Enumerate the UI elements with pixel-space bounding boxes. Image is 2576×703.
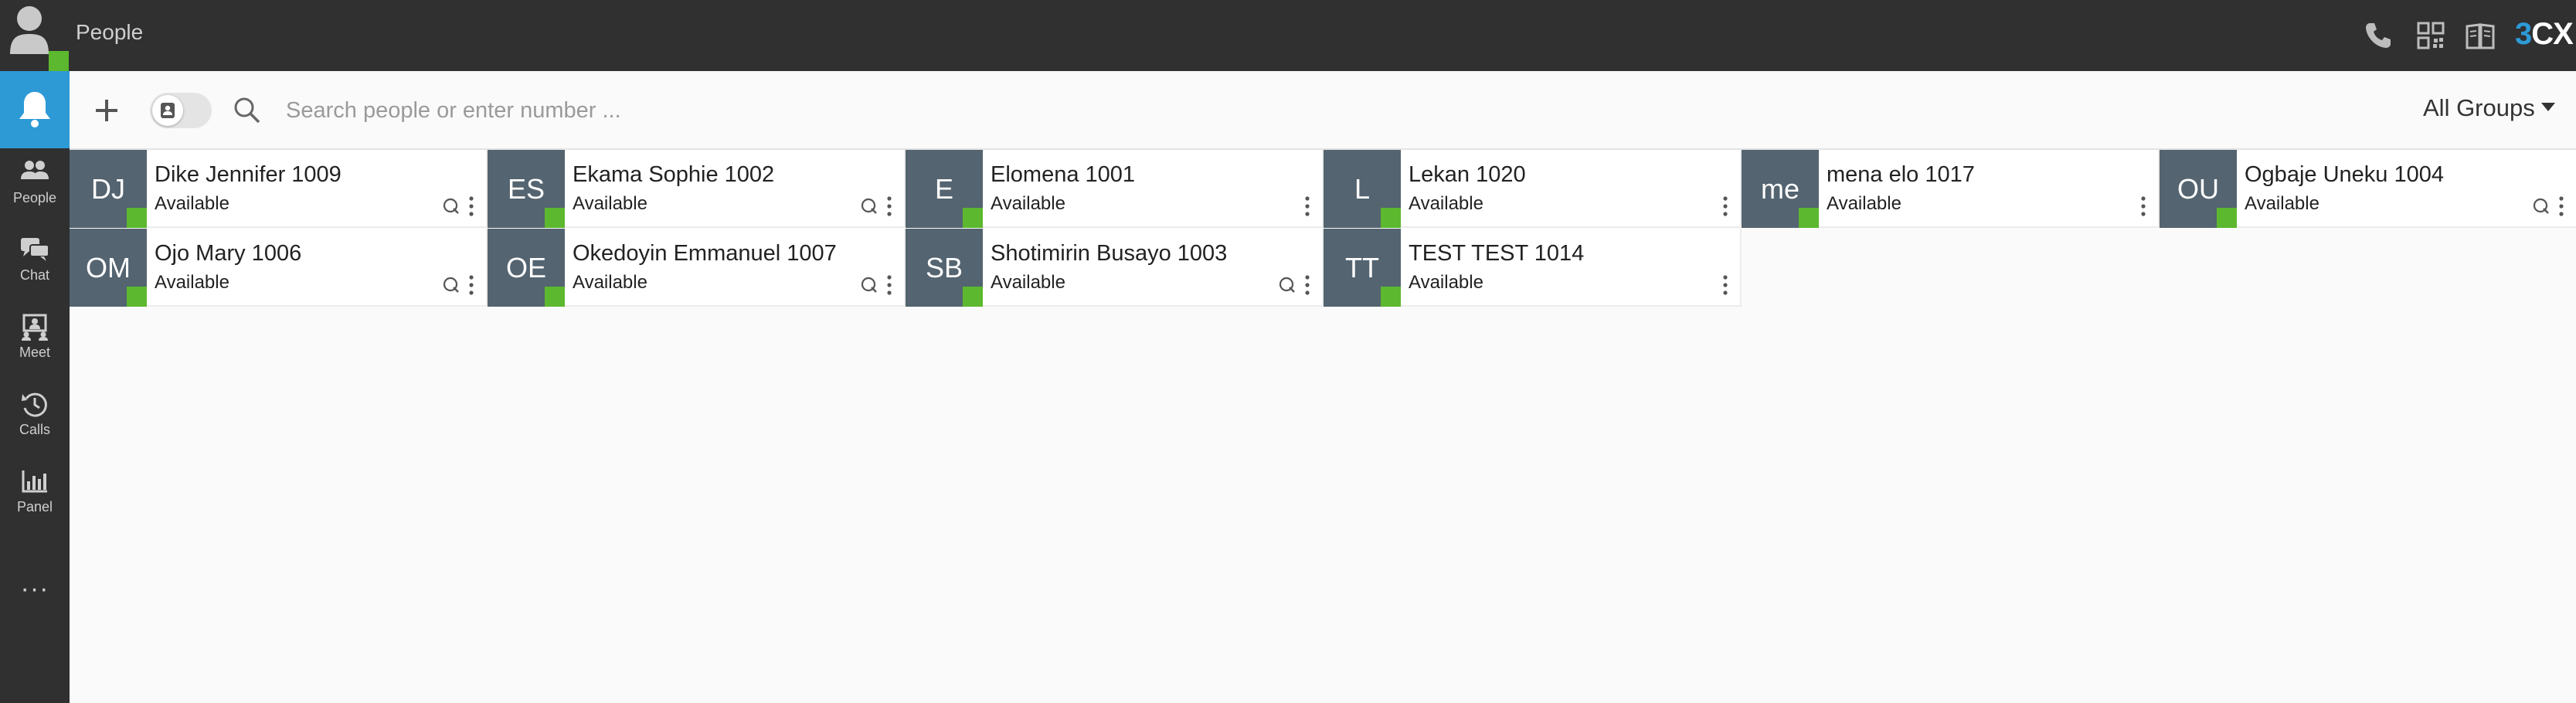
contact-card[interactable]: DJ Dike Jennifer 1009 Available xyxy=(70,150,488,228)
contact-card[interactable]: SB Shotimirin Busayo 1003 Available xyxy=(906,229,1324,307)
page-title: People xyxy=(76,20,144,44)
brand-logo: 3CX xyxy=(2515,17,2574,52)
contact-card[interactable]: OM Ojo Mary 1006 Available xyxy=(70,229,488,307)
contact-card-icon xyxy=(161,103,175,118)
sidebar-item-label: Panel xyxy=(16,499,53,515)
contact-card[interactable]: OE Okedoyin Emmanuel 1007 Available xyxy=(488,229,906,307)
sidebar-item-panel[interactable]: Panel xyxy=(0,457,70,535)
toolbar: All Groups xyxy=(70,71,2576,150)
presence-indicator xyxy=(127,287,147,307)
contact-status: Available xyxy=(991,193,1065,214)
add-contact-button[interactable] xyxy=(91,95,122,126)
more-menu-button[interactable]: ··· xyxy=(15,576,54,604)
brand-logo-prefix: 3 xyxy=(2515,17,2532,51)
contact-card[interactable]: me mena elo 1017 Available xyxy=(1742,150,2160,228)
chart-icon xyxy=(22,470,47,493)
presence-indicator xyxy=(1799,208,1819,228)
contact-name: Lekan 1020 xyxy=(1409,162,1526,187)
contact-status: Available xyxy=(1827,193,1901,214)
history-icon xyxy=(22,392,47,417)
presence-indicator xyxy=(127,208,147,228)
phone-icon[interactable] xyxy=(2362,20,2393,51)
contact-card[interactable]: ES Ekama Sophie 1002 Available xyxy=(488,150,906,228)
contact-card[interactable]: TT TEST TEST 1014 Available xyxy=(1324,229,1742,307)
contact-status: Available xyxy=(155,193,229,214)
contact-name: mena elo 1017 xyxy=(1827,162,1975,187)
people-icon xyxy=(21,161,49,179)
more-options-icon[interactable] xyxy=(1300,273,1315,297)
more-options-icon[interactable] xyxy=(882,195,897,218)
sidebar-item-people[interactable]: People xyxy=(0,148,70,226)
toggle-knob xyxy=(152,95,183,126)
sidebar-item-label: People xyxy=(12,190,57,205)
contact-status: Available xyxy=(991,272,1065,293)
contact-card[interactable]: E Elomena 1001 Available xyxy=(906,150,1324,228)
contact-card[interactable]: L Lekan 1020 Available xyxy=(1324,150,1742,228)
contact-name: TEST TEST 1014 xyxy=(1409,241,1585,266)
contact-name: Ogbaje Uneku 1004 xyxy=(2245,162,2444,187)
sidebar-item-chat[interactable]: Chat xyxy=(0,226,70,303)
sidebar-item-calls[interactable]: Calls xyxy=(0,380,70,457)
contacts-toggle[interactable] xyxy=(150,93,212,128)
sidebar: People Chat Meet Calls Panel ··· xyxy=(0,71,70,703)
presence-indicator xyxy=(1381,208,1401,228)
contact-status: Available xyxy=(155,272,229,293)
brand-logo-suffix: CX xyxy=(2531,17,2574,51)
sidebar-item-meet[interactable]: Meet xyxy=(0,303,70,380)
presence-indicator xyxy=(1381,287,1401,307)
contact-status: Available xyxy=(1409,272,1483,293)
more-options-icon[interactable] xyxy=(2136,195,2151,218)
more-options-icon[interactable] xyxy=(882,273,897,297)
more-options-icon[interactable] xyxy=(2554,195,2569,218)
chat-icon xyxy=(21,238,49,261)
user-status-indicator xyxy=(49,51,69,71)
more-options-icon[interactable] xyxy=(1718,195,1733,218)
contact-name: Okedoyin Emmanuel 1007 xyxy=(573,241,837,266)
group-filter-dropdown[interactable]: All Groups xyxy=(2423,94,2555,122)
more-options-icon[interactable] xyxy=(1300,195,1315,218)
contact-name: Dike Jennifer 1009 xyxy=(155,162,342,187)
contact-name: Elomena 1001 xyxy=(991,162,1136,187)
more-options-icon[interactable] xyxy=(464,273,479,297)
contact-name: Shotimirin Busayo 1003 xyxy=(991,241,1228,266)
queue-icon xyxy=(861,198,877,214)
contact-status: Available xyxy=(2245,193,2319,214)
presence-indicator xyxy=(963,208,983,228)
contact-status: Available xyxy=(1409,193,1483,214)
contact-name: Ojo Mary 1006 xyxy=(155,241,302,266)
search-icon[interactable] xyxy=(232,95,263,126)
presence-indicator xyxy=(2217,208,2237,228)
group-filter-label: All Groups xyxy=(2423,94,2535,121)
sidebar-item-label: Meet xyxy=(19,345,51,360)
presence-indicator xyxy=(963,287,983,307)
more-options-icon[interactable] xyxy=(464,195,479,218)
queue-icon xyxy=(861,277,877,293)
queue-icon xyxy=(1279,277,1295,293)
contact-status: Available xyxy=(573,272,647,293)
presence-indicator xyxy=(545,208,565,228)
sidebar-item-label: Chat xyxy=(19,267,50,283)
contact-card[interactable]: OU Ogbaje Uneku 1004 Available xyxy=(2160,150,2576,228)
more-options-icon[interactable] xyxy=(1718,273,1733,297)
search-input[interactable] xyxy=(286,91,981,130)
contact-name: Ekama Sophie 1002 xyxy=(573,162,775,187)
queue-icon xyxy=(443,277,459,293)
user-avatar[interactable] xyxy=(0,0,70,71)
queue-icon xyxy=(2533,198,2549,214)
presence-indicator xyxy=(545,287,565,307)
qr-code-icon[interactable] xyxy=(2415,20,2446,51)
bell-icon xyxy=(19,92,50,127)
notifications-button[interactable] xyxy=(0,71,70,148)
top-bar: People 3CX xyxy=(0,0,2576,71)
user-avatar-icon xyxy=(10,6,49,54)
queue-icon xyxy=(443,198,459,214)
sidebar-item-label: Calls xyxy=(19,422,50,437)
contact-status: Available xyxy=(573,193,647,214)
caret-down-icon xyxy=(2540,103,2555,112)
book-icon[interactable] xyxy=(2465,20,2496,51)
meet-icon xyxy=(22,314,48,341)
